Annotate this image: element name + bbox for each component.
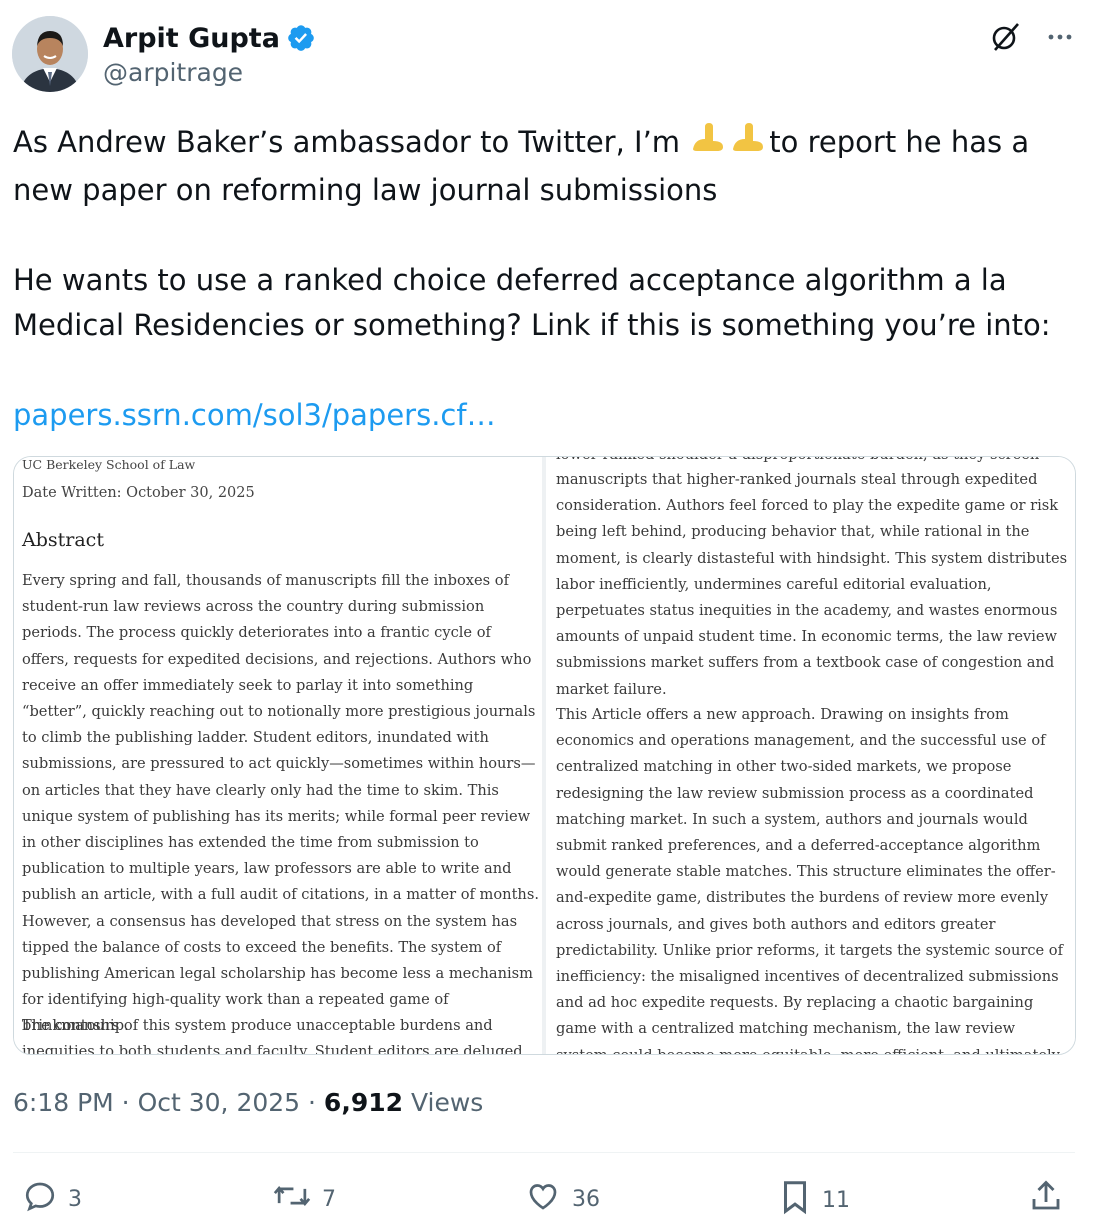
- avatar[interactable]: [12, 16, 88, 92]
- tweet-media[interactable]: UC Berkeley School of Law Date Written: …: [13, 456, 1076, 1055]
- abstract-heading: Abstract: [22, 529, 104, 551]
- reply-icon: [22, 1178, 58, 1220]
- verified-badge-icon: [286, 23, 316, 53]
- user-handle[interactable]: @arpitrage: [103, 58, 243, 87]
- bookmark-button[interactable]: 11: [778, 1178, 850, 1222]
- share-icon: [1028, 1178, 1064, 1220]
- reply-count: 3: [68, 1186, 82, 1212]
- grok-icon[interactable]: [989, 20, 1023, 58]
- abstract-paragraph-1: Every spring and fall, thousands of manu…: [22, 572, 539, 1035]
- like-count: 36: [572, 1186, 600, 1212]
- abstract-paragraph-2: The contours of this system produce unac…: [22, 1017, 523, 1054]
- time[interactable]: 6:18 PM: [13, 1088, 114, 1117]
- tweet-paragraph-2: He wants to use a ranked choice deferred…: [13, 262, 1051, 342]
- user-name[interactable]: Arpit Gupta: [103, 23, 280, 54]
- like-icon: [524, 1178, 562, 1220]
- tweet-timestamp: 6:18 PM · Oct 30, 2025 · 6,912 Views: [13, 1088, 483, 1117]
- share-button[interactable]: [1028, 1178, 1064, 1220]
- repost-icon: [272, 1178, 312, 1220]
- foot-emoji-icon: [729, 121, 769, 168]
- foot-emoji-icon: [689, 121, 729, 168]
- media-left-page: UC Berkeley School of Law Date Written: …: [14, 457, 542, 1054]
- repost-button[interactable]: 7: [272, 1178, 336, 1220]
- views-label: Views: [403, 1088, 484, 1117]
- separator: ·: [300, 1088, 324, 1117]
- media-right-page: lower-ranked shoulder a disproportionate…: [546, 457, 1075, 1054]
- like-button[interactable]: 36: [524, 1178, 600, 1220]
- more-icon[interactable]: [1045, 22, 1075, 56]
- institution: UC Berkeley School of Law: [22, 457, 196, 472]
- bookmark-icon: [778, 1178, 812, 1222]
- tweet-line-1: As Andrew Baker’s ambassador to Twitter,…: [13, 125, 690, 159]
- divider: [13, 1152, 1075, 1153]
- bookmark-count: 11: [822, 1187, 850, 1213]
- repost-count: 7: [322, 1186, 336, 1212]
- abstract-paragraph-4: This Article offers a new approach. Draw…: [556, 706, 1063, 1054]
- tweet-link[interactable]: papers.ssrn.com/sol3/papers.cf…: [13, 398, 496, 432]
- abstract-paragraph-3: manuscripts that higher-ranked journals …: [556, 471, 1068, 698]
- tweet-text: As Andrew Baker’s ambassador to Twitter,…: [13, 120, 1078, 438]
- separator: ·: [113, 1088, 138, 1117]
- views-count: 6,912: [323, 1088, 403, 1117]
- reply-button[interactable]: 3: [22, 1178, 82, 1220]
- date[interactable]: Oct 30, 2025: [138, 1088, 301, 1117]
- action-bar: 3 7 36 11: [0, 1178, 1095, 1218]
- date-written: Date Written: October 30, 2025: [22, 485, 255, 501]
